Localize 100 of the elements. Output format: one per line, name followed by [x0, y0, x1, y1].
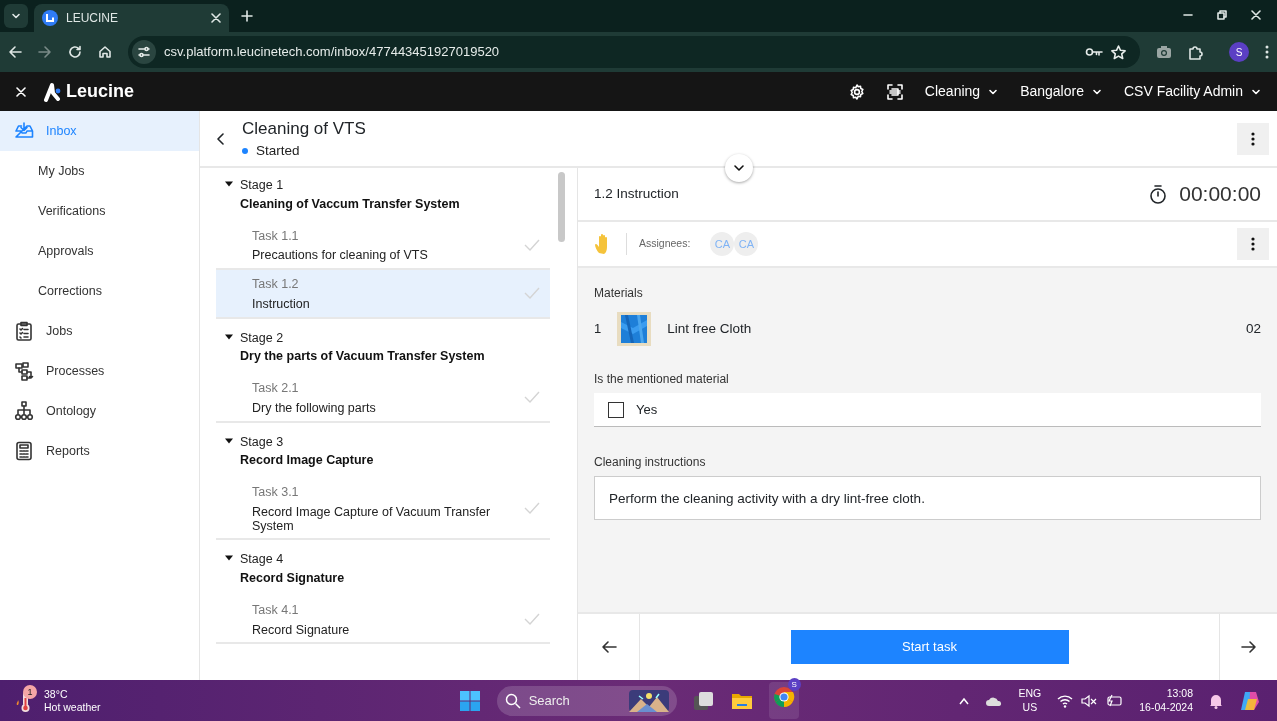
- stage-label: Stage 2: [240, 329, 285, 347]
- scrollbar[interactable]: [558, 172, 565, 242]
- task-item[interactable]: Task 4.1 Record Signature: [216, 595, 550, 645]
- site-settings-icon[interactable]: [132, 40, 156, 64]
- hierarchy-icon: [14, 401, 34, 421]
- assignee-avatar: CA: [734, 232, 759, 256]
- check-icon: [524, 287, 540, 300]
- task-heading: 1.2 Instruction: [594, 184, 679, 203]
- scan-icon[interactable]: [886, 83, 903, 100]
- language[interactable]: ENG: [1018, 686, 1042, 701]
- sidebar-item[interactable]: Verifications: [0, 191, 199, 231]
- copilot-icon[interactable]: [1239, 689, 1261, 712]
- clock-time[interactable]: 13:08: [1139, 686, 1193, 701]
- close-icon[interactable]: [1251, 10, 1261, 20]
- tab-list-button[interactable]: [4, 4, 28, 28]
- reload-icon[interactable]: [68, 45, 82, 59]
- chevron-down-icon[interactable]: [725, 154, 753, 182]
- header-dropdown[interactable]: CSV Facility Admin: [1123, 81, 1261, 102]
- check-icon: [524, 238, 540, 251]
- task-number: Task 1.1: [252, 227, 300, 245]
- region[interactable]: US: [1018, 700, 1042, 715]
- task-number: Task 1.2: [252, 276, 300, 293]
- notification-badge: 1: [23, 684, 37, 699]
- sidebar-item[interactable]: Approvals: [0, 231, 199, 271]
- task-name: Dry the following parts: [252, 401, 377, 416]
- sidebar-item[interactable]: My Jobs: [0, 151, 199, 191]
- instructions-label: Cleaning instructions: [594, 454, 707, 471]
- task-view-icon[interactable]: [692, 689, 715, 712]
- home-icon[interactable]: [98, 45, 112, 59]
- sidebar-item[interactable]: Corrections: [0, 271, 199, 311]
- extensions-icon[interactable]: [1188, 44, 1203, 60]
- chevron-up-icon[interactable]: [958, 696, 969, 705]
- weather-condition: Hot weather: [44, 700, 101, 713]
- close-icon[interactable]: [211, 13, 221, 23]
- back-icon[interactable]: [8, 45, 22, 59]
- back-icon[interactable]: [216, 132, 226, 145]
- task-item[interactable]: Task 2.1 Dry the following parts: [216, 374, 550, 423]
- stage-name: Dry the parts of Vacuum Transfer System: [240, 348, 485, 366]
- more-icon[interactable]: [1237, 122, 1269, 155]
- stage-name: Record Image Capture: [240, 452, 374, 470]
- timer: 00:00:00: [1179, 181, 1261, 208]
- material-quantity: 02: [1245, 319, 1261, 338]
- clock-date[interactable]: 16-04-2024: [1139, 700, 1193, 715]
- check-icon: [524, 391, 540, 404]
- settings-icon[interactable]: [848, 83, 865, 100]
- profile-avatar[interactable]: S: [1229, 42, 1249, 62]
- inbox-icon: [14, 121, 34, 141]
- start-task-button[interactable]: Start task: [790, 630, 1069, 664]
- assignees-label: Assignees:: [639, 236, 691, 252]
- header-dropdown[interactable]: Cleaning: [924, 81, 999, 102]
- logo-text: Leucine: [66, 80, 135, 103]
- chrome-icon[interactable]: [772, 686, 795, 708]
- report-icon: [14, 441, 34, 461]
- star-icon[interactable]: [1111, 44, 1126, 60]
- flowchart-icon: [14, 361, 34, 381]
- material-index: 1: [594, 320, 602, 339]
- material-name: Lint free Cloth: [667, 319, 752, 338]
- stage-name: Cleaning of Vaccum Transfer System: [240, 195, 460, 213]
- camera-icon[interactable]: [1156, 45, 1172, 59]
- task-name: Record Signature: [252, 623, 351, 638]
- sidebar-item[interactable]: Processes: [0, 351, 199, 391]
- status-dot-icon: [242, 148, 248, 155]
- new-tab-icon[interactable]: [241, 10, 253, 22]
- windows-icon[interactable]: [458, 689, 481, 712]
- task-name: Instruction: [252, 297, 311, 312]
- restore-icon[interactable]: [1217, 10, 1227, 20]
- checkbox[interactable]: [608, 401, 624, 418]
- stage-name: Record Signature: [240, 570, 345, 587]
- sidebar-item[interactable]: Reports: [0, 431, 199, 471]
- wifi-icon[interactable]: [1057, 693, 1074, 708]
- header-dropdown[interactable]: Bangalore: [1020, 81, 1102, 102]
- clipboard-list-icon: [14, 321, 34, 341]
- caret-icon[interactable]: [224, 179, 234, 189]
- stage-label: Stage 4: [240, 551, 285, 569]
- favicon-icon: [42, 10, 58, 26]
- task-item[interactable]: Task 3.1 Record Image Capture of Vacuum Transfer System: [216, 478, 550, 541]
- more-icon[interactable]: [1237, 228, 1269, 260]
- search-placeholder: Search: [528, 691, 571, 710]
- key-icon[interactable]: [1085, 46, 1103, 58]
- question-label: Is the mentioned material: [594, 371, 730, 388]
- search-icon: [504, 692, 521, 709]
- instructions-field[interactable]: Perform the cleaning activity with a dry lint-free cloth.: [594, 476, 1261, 520]
- temperature: 38°C: [44, 688, 69, 701]
- job-status: Started: [256, 142, 300, 161]
- task-name: Record Image Capture of Vacuum Transfer System: [252, 505, 492, 534]
- battery-icon[interactable]: [1105, 693, 1124, 708]
- check-icon: [524, 613, 540, 625]
- task-item[interactable]: Task 1.2 Instruction: [216, 270, 550, 319]
- job-title: Cleaning of VTS: [242, 117, 366, 140]
- task-number: Task 4.1: [252, 601, 300, 619]
- sidebar-item[interactable]: Jobs: [0, 311, 199, 351]
- chevron-down-icon: [11, 11, 21, 21]
- stage-label: Stage 3: [240, 433, 285, 451]
- check-icon: [524, 502, 540, 515]
- search-field[interactable]: Search: [496, 685, 677, 716]
- sidebar-item[interactable]: Ontology: [0, 391, 199, 431]
- task-number: Task 2.1: [252, 380, 300, 397]
- muted-speaker-icon[interactable]: [1081, 693, 1098, 708]
- bell-icon[interactable]: [1209, 692, 1223, 709]
- menu-icon[interactable]: [1265, 45, 1269, 59]
